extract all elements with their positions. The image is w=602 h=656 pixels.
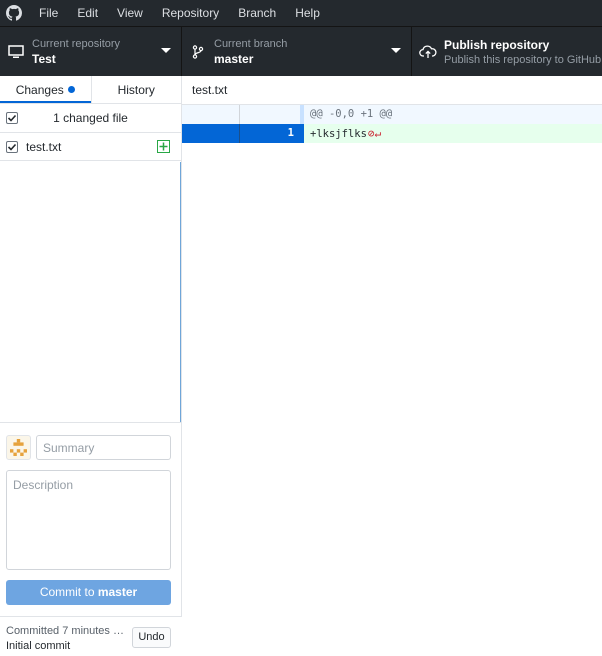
current-branch-button[interactable]: Current branch master: [182, 27, 412, 76]
commit-button-branch: master: [97, 585, 138, 599]
menu-edit[interactable]: Edit: [69, 0, 106, 26]
avatar: [6, 435, 31, 460]
branch-icon: [184, 44, 212, 59]
last-commit-time: Committed 7 minutes ago: [6, 625, 128, 637]
no-newline-icon: ⊘↵: [367, 127, 382, 140]
commit-button[interactable]: Commit to master: [6, 580, 171, 605]
publish-repository-subtitle: Publish this repository to GitHub: [444, 53, 602, 66]
file-name: test.txt: [26, 140, 62, 154]
menu-file[interactable]: File: [31, 0, 66, 26]
sidebar-tabs: Changes History: [0, 76, 181, 104]
changes-indicator-icon: [67, 86, 75, 93]
diff-hunk-header: @@ -0,0 +1 @@: [182, 105, 602, 124]
diff-view: @@ -0,0 +1 @@ 1 +lksjflks⊘↵: [182, 105, 602, 143]
hunk-header-text: @@ -0,0 +1 @@: [304, 105, 602, 124]
changed-files-count: 1 changed file: [53, 111, 128, 125]
last-commit-message: Initial commit: [6, 640, 71, 652]
diff-file-name: test.txt: [192, 83, 228, 97]
current-branch-label: Current branch: [214, 37, 288, 50]
menu-view[interactable]: View: [109, 0, 151, 26]
new-line-number: 1: [287, 127, 294, 139]
diff-line-text: +lksjflks: [310, 128, 367, 140]
tab-changes[interactable]: Changes: [0, 76, 91, 103]
cloud-upload-icon: [414, 44, 442, 59]
tab-history[interactable]: History: [90, 76, 182, 103]
current-repository-label: Current repository: [32, 37, 121, 50]
publish-repository-title: Publish repository: [444, 37, 550, 52]
current-repository-button[interactable]: Current repository Test: [0, 27, 182, 76]
caret-down-icon: [161, 48, 171, 53]
tab-history-label: History: [117, 83, 155, 97]
commit-form: Commit to master: [0, 422, 182, 616]
menu-bar: File Edit View Repository Branch Help: [0, 0, 602, 26]
file-list-empty-area: [0, 162, 181, 422]
publish-repository-button[interactable]: Publish repository Publish this reposito…: [412, 27, 602, 76]
file-checkbox[interactable]: [6, 141, 18, 153]
last-commit-panel: Committed 7 minutes ago Initial commit U…: [0, 616, 182, 656]
sidebar: Changes History 1 changed file test.txt …: [0, 76, 182, 656]
diff-file-header: test.txt: [182, 76, 602, 105]
description-input[interactable]: [6, 470, 171, 570]
diff-line[interactable]: 1 +lksjflks⊘↵: [182, 124, 602, 143]
select-all-checkbox[interactable]: [6, 112, 18, 124]
old-line-number: [182, 124, 240, 143]
github-logo-icon: [0, 0, 28, 26]
menu-help[interactable]: Help: [287, 0, 328, 26]
menu-branch[interactable]: Branch: [230, 0, 284, 26]
undo-button[interactable]: Undo: [132, 627, 171, 648]
toolbar: Current repository Test Current branch m…: [0, 26, 602, 76]
menu-repository[interactable]: Repository: [154, 0, 227, 26]
list-item[interactable]: test.txt: [0, 133, 181, 161]
computer-icon: [2, 44, 30, 59]
current-branch-value: master: [214, 51, 254, 66]
added-icon: [157, 140, 170, 153]
current-repository-value: Test: [32, 51, 56, 66]
caret-down-icon: [391, 48, 401, 53]
tab-changes-label: Changes: [15, 83, 64, 97]
changed-files-header: 1 changed file: [0, 104, 181, 133]
summary-input[interactable]: [36, 435, 171, 460]
commit-button-prefix: Commit to: [39, 585, 98, 599]
